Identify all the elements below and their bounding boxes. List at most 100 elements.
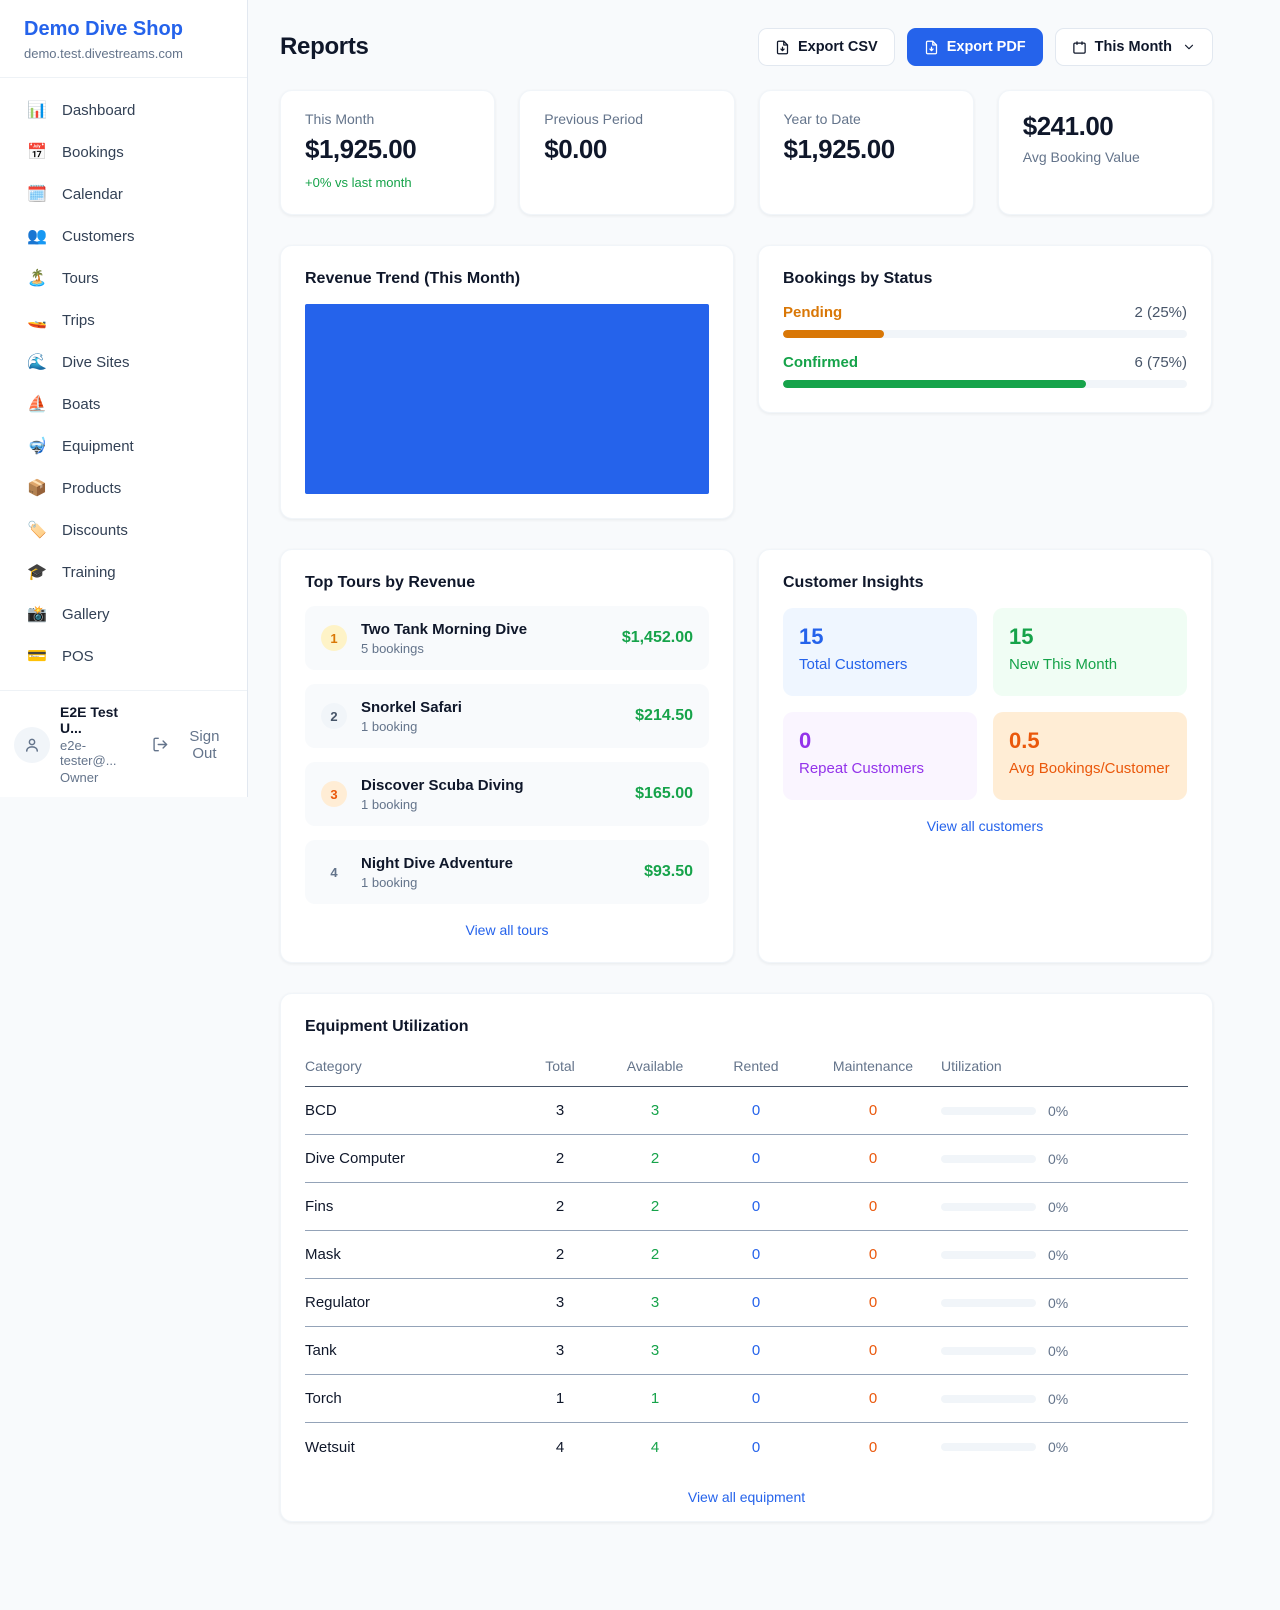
sidebar-item-label: Bookings (62, 142, 124, 164)
customer-insights-card: Customer Insights 15 Total Customers 15 … (758, 549, 1212, 963)
tile-value: 0.5 (1009, 728, 1171, 754)
calendar-icon: 📅 (26, 142, 48, 164)
stat-label: This Month (305, 111, 470, 127)
utilization-cell: 0% (941, 1151, 1188, 1167)
column-header: Maintenance (805, 1058, 941, 1074)
tile-label: New This Month (1009, 656, 1171, 673)
sidebar-item-training[interactable]: 🎓 Training (0, 552, 247, 594)
period-dropdown[interactable]: This Month (1055, 28, 1213, 66)
equipment-total: 4 (517, 1439, 603, 1456)
sidebar-item-tours[interactable]: 🏝️ Tours (0, 258, 247, 300)
top-tours-card: Top Tours by Revenue 1 Two Tank Morning … (280, 549, 734, 963)
sidebar: Demo Dive Shop demo.test.divestreams.com… (0, 0, 248, 797)
rank-badge: 2 (321, 703, 347, 729)
tour-revenue: $1,452.00 (622, 629, 693, 647)
sidebar-item-bookings[interactable]: 📅 Bookings (0, 132, 247, 174)
stat-value: $1,925.00 (784, 134, 949, 165)
user-meta: E2E Test U... e2e-tester@... Owner (60, 704, 142, 785)
tour-name: Discover Scuba Diving (361, 777, 524, 794)
utilization-track (941, 1299, 1036, 1307)
status-row-confirmed: Confirmed 6 (75%) (783, 354, 1187, 388)
sidebar-item-equipment[interactable]: 🤿 Equipment (0, 426, 247, 468)
sidebar-item-customers[interactable]: 👥 Customers (0, 216, 247, 258)
sidebar-item-label: Gallery (62, 604, 110, 626)
spiral-calendar-icon: 🗓️ (26, 184, 48, 206)
tour-name: Night Dive Adventure (361, 855, 513, 872)
table-row: Torch 1 1 0 0 0% (305, 1375, 1188, 1423)
sidebar-item-boats[interactable]: ⛵ Boats (0, 384, 247, 426)
avatar (14, 727, 50, 763)
user-email: e2e-tester@... (60, 738, 142, 768)
tour-bookings: 1 booking (361, 719, 462, 734)
sidebar-item-label: Trips (62, 310, 95, 332)
tile-avg-bookings: 0.5 Avg Bookings/Customer (993, 712, 1187, 800)
stat-label: Previous Period (544, 111, 709, 127)
sidebar-item-dashboard[interactable]: 📊 Dashboard (0, 90, 247, 132)
equipment-total: 3 (517, 1294, 603, 1311)
sidebar-item-label: Dive Sites (62, 352, 130, 374)
sign-out-button[interactable]: Sign Out (152, 728, 233, 762)
insights-row: Top Tours by Revenue 1 Two Tank Morning … (280, 549, 1213, 963)
export-csv-label: Export CSV (798, 39, 878, 55)
equipment-rented: 0 (707, 1390, 805, 1407)
sidebar-nav: 📊 Dashboard 📅 Bookings 🗓️ Calendar 👥 Cus… (0, 78, 247, 690)
insight-tiles: 15 Total Customers 15 New This Month 0 R… (783, 608, 1187, 800)
equipment-available: 3 (603, 1342, 707, 1359)
utilization-percent: 0% (1048, 1199, 1068, 1215)
tour-revenue: $214.50 (635, 707, 693, 725)
export-pdf-button[interactable]: Export PDF (907, 28, 1043, 66)
tour-name: Two Tank Morning Dive (361, 621, 527, 638)
equipment-category: Torch (305, 1390, 517, 1407)
tour-list-item: 1 Two Tank Morning Dive 5 bookings $1,45… (305, 606, 709, 670)
bar-chart-icon: 📊 (26, 100, 48, 122)
equipment-utilization-title: Equipment Utilization (305, 1018, 1188, 1036)
equipment-available: 2 (603, 1150, 707, 1167)
sidebar-header: Demo Dive Shop demo.test.divestreams.com (0, 0, 247, 78)
revenue-trend-title: Revenue Trend (This Month) (305, 270, 709, 288)
rank-badge: 3 (321, 781, 347, 807)
sidebar-item-products[interactable]: 📦 Products (0, 468, 247, 510)
credit-card-icon: 💳 (26, 646, 48, 668)
bookings-by-status-title: Bookings by Status (783, 270, 1187, 288)
equipment-rented: 0 (707, 1246, 805, 1263)
sidebar-item-pos[interactable]: 💳 POS (0, 636, 247, 678)
table-header: Category Total Available Rented Maintena… (305, 1050, 1188, 1087)
equipment-maintenance: 0 (805, 1439, 941, 1456)
stat-value: $1,925.00 (305, 134, 470, 165)
equipment-category: Tank (305, 1342, 517, 1359)
equipment-rented: 0 (707, 1342, 805, 1359)
equipment-category: Fins (305, 1198, 517, 1215)
utilization-track (941, 1107, 1036, 1115)
sidebar-item-calendar[interactable]: 🗓️ Calendar (0, 174, 247, 216)
person-icon (23, 736, 41, 754)
stat-card-year-to-date: Year to Date $1,925.00 (759, 90, 974, 215)
file-download-icon (775, 40, 790, 55)
equipment-maintenance: 0 (805, 1198, 941, 1215)
equipment-maintenance: 0 (805, 1246, 941, 1263)
stat-change: +0% vs last month (305, 175, 470, 190)
table-row: Dive Computer 2 2 0 0 0% (305, 1135, 1188, 1183)
page-header: Reports Export CSV Export PDF This Month (280, 28, 1213, 66)
sidebar-item-gallery[interactable]: 📸 Gallery (0, 594, 247, 636)
view-all-tours-link[interactable]: View all tours (305, 922, 709, 938)
tag-icon: 🏷️ (26, 520, 48, 542)
equipment-category: Dive Computer (305, 1150, 517, 1167)
sidebar-item-discounts[interactable]: 🏷️ Discounts (0, 510, 247, 552)
sidebar-item-label: Customers (62, 226, 135, 248)
view-all-equipment-link[interactable]: View all equipment (305, 1489, 1188, 1505)
stat-value: $0.00 (544, 134, 709, 165)
charts-row: Revenue Trend (This Month) Bookings by S… (280, 245, 1213, 519)
progress-fill (783, 380, 1086, 388)
tour-revenue: $165.00 (635, 785, 693, 803)
sidebar-item-dive-sites[interactable]: 🌊 Dive Sites (0, 342, 247, 384)
dive-mask-icon: 🤿 (26, 436, 48, 458)
sidebar-item-trips[interactable]: 🚤 Trips (0, 300, 247, 342)
top-tours-title: Top Tours by Revenue (305, 574, 709, 592)
chevron-down-icon (1182, 40, 1196, 54)
equipment-category: BCD (305, 1102, 517, 1119)
export-csv-button[interactable]: Export CSV (758, 28, 895, 66)
view-all-customers-link[interactable]: View all customers (783, 818, 1187, 834)
tour-list-item: 2 Snorkel Safari 1 booking $214.50 (305, 684, 709, 748)
utilization-percent: 0% (1048, 1151, 1068, 1167)
stat-value: $241.00 (1023, 111, 1188, 142)
